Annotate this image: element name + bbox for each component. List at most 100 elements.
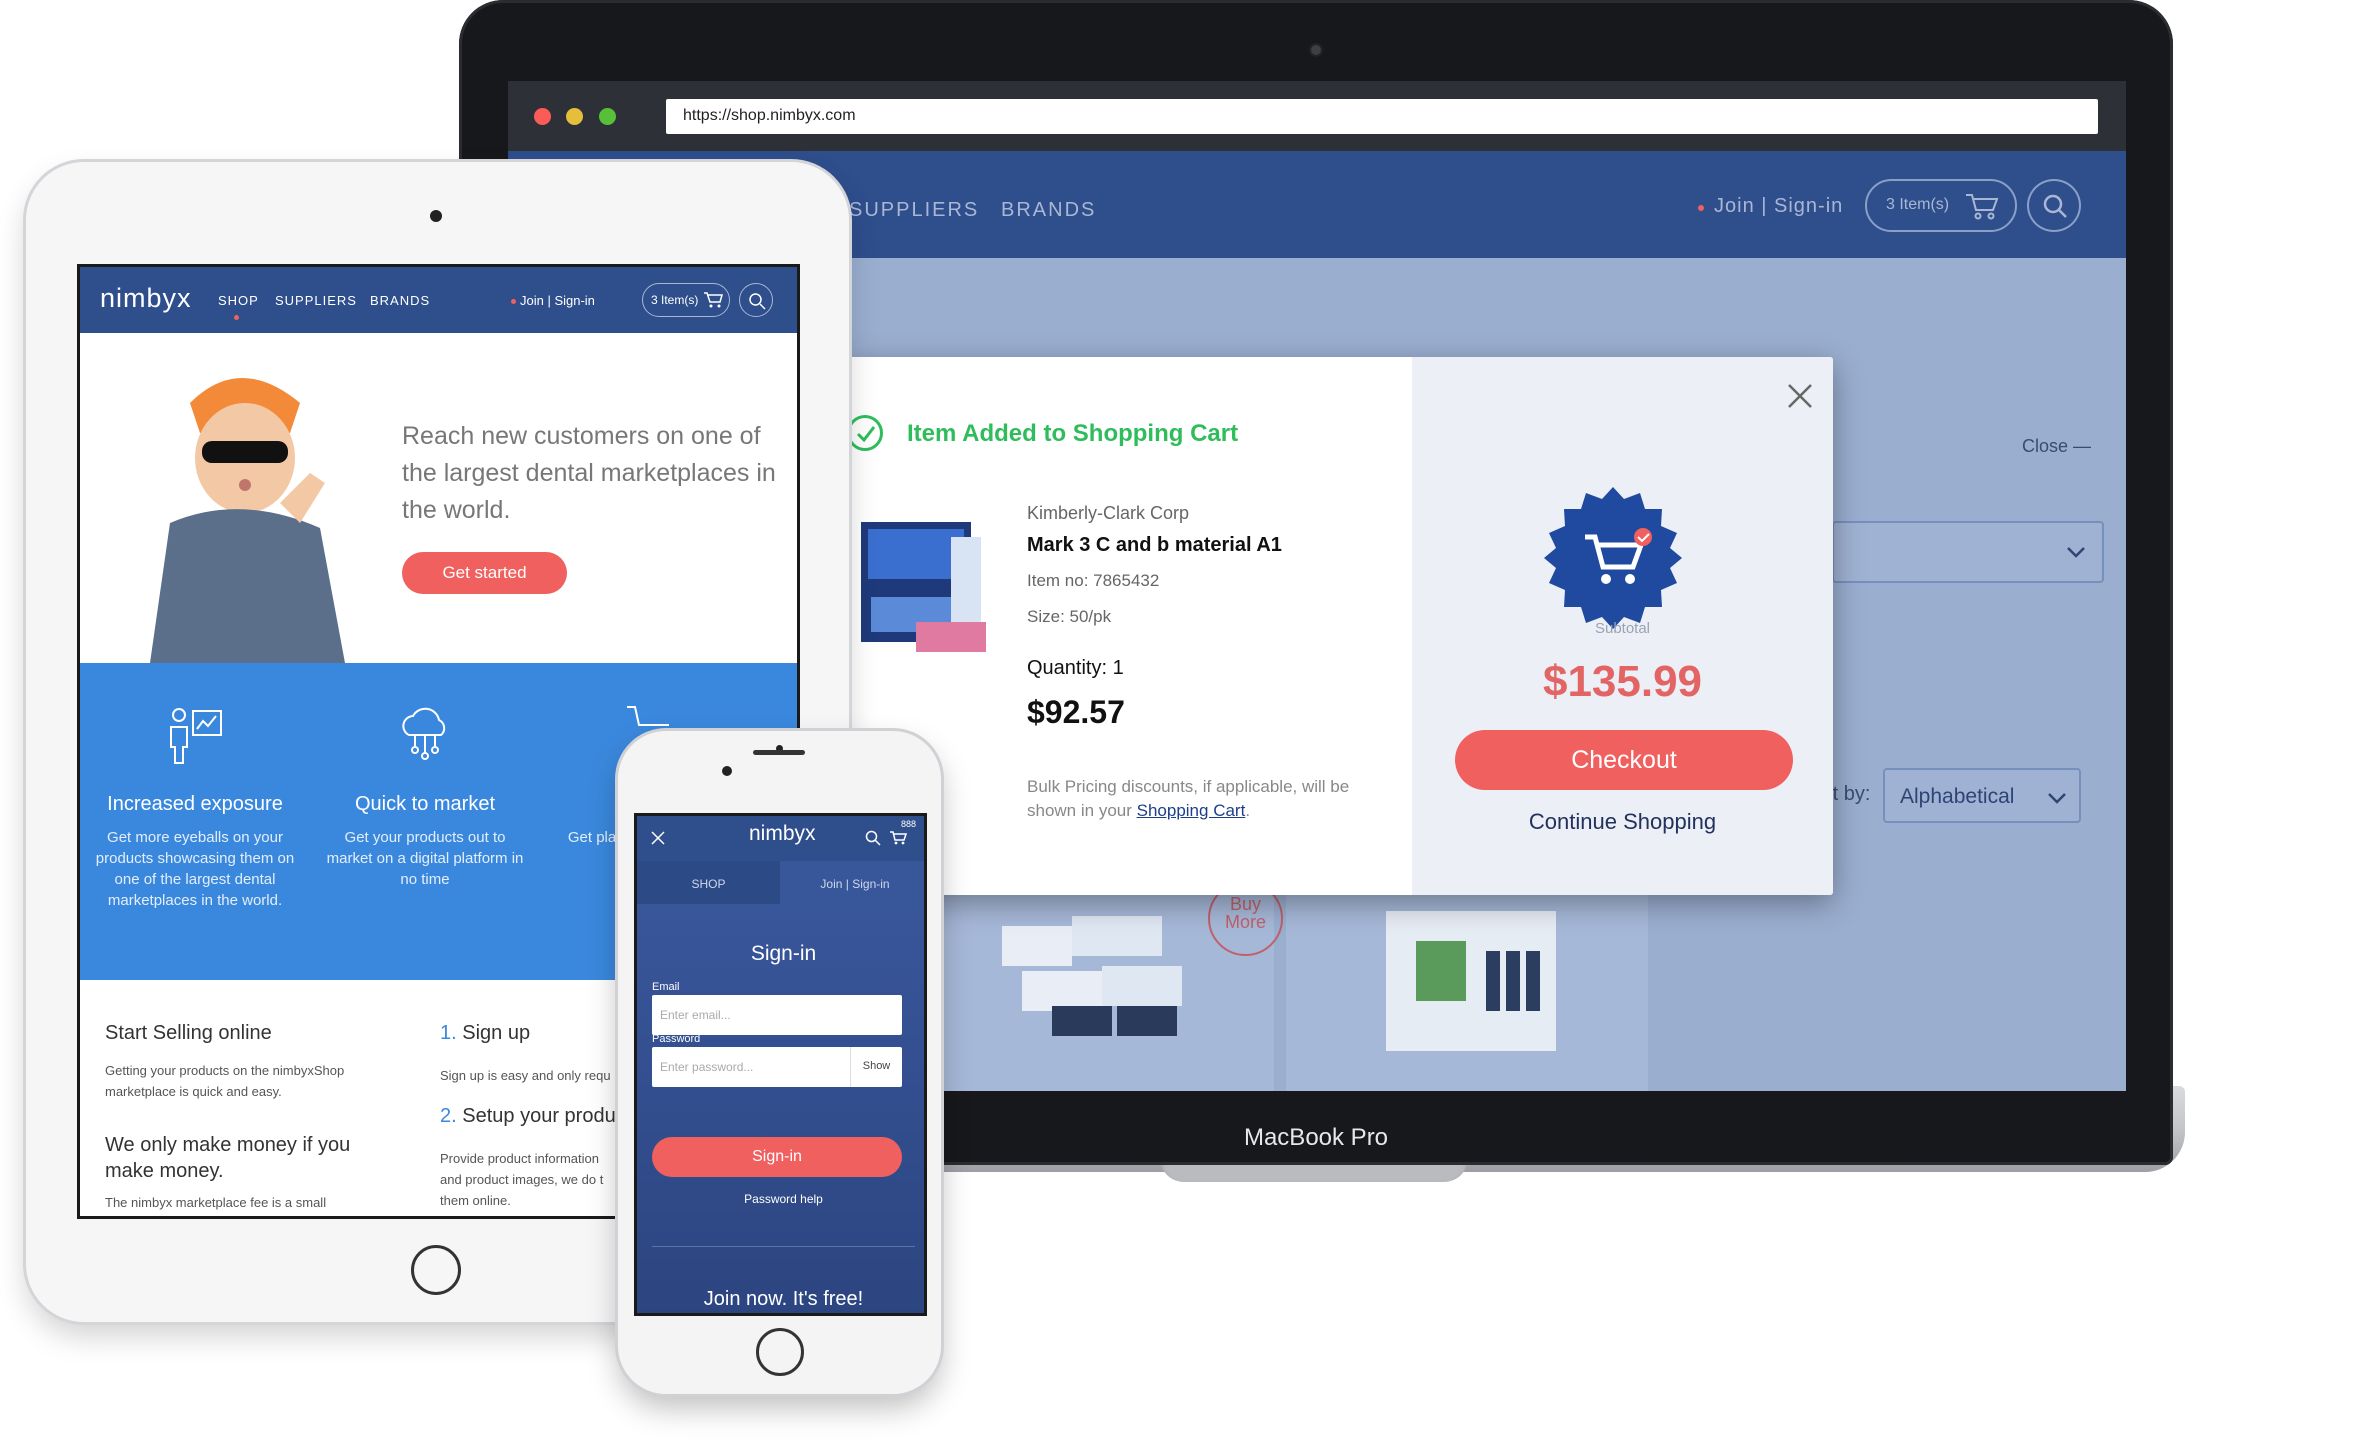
iphone-camera [722,766,732,776]
password-field[interactable]: Enter password... Show [652,1047,902,1087]
ipad-home-button[interactable] [411,1245,461,1295]
product-price: $92.57 [1027,694,1125,730]
start-selling-text: Getting your products on the nimbyxShop … [105,1063,345,1099]
nimbyx-logo[interactable]: nimbyx [100,283,192,314]
chevron-down-icon [2048,793,2066,804]
step-text: Provide product information and product … [440,1151,604,1208]
product-image [861,522,986,652]
cart-icon [627,706,669,726]
search-button[interactable] [2027,179,2081,232]
cart-icon[interactable] [889,830,907,846]
device-mockup-scene: MacBook Pro https://shop.nimbyx.com SUPP… [0,0,2372,1451]
bulk-pricing-note: Bulk Pricing discounts, if applicable, w… [1027,775,1387,823]
tab-shop[interactable]: SHOP [637,861,780,904]
step-number: 2. [440,1105,457,1127]
minimize-window-button[interactable] [566,108,583,125]
product-image [1386,911,1556,1051]
check-circle-icon [847,415,883,451]
step-title: Setup your produ [462,1105,616,1127]
nav-brands[interactable]: BRANDS [370,293,430,308]
password-placeholder: Enter password... [660,1060,754,1074]
join-signin-link[interactable]: Join | Sign-in [520,293,595,308]
address-bar[interactable]: https://shop.nimbyx.com [666,99,2098,134]
feature-title: Increased exposure [107,793,283,815]
signin-button[interactable]: Sign-in [652,1137,902,1177]
iphone-tabs: SHOP Join | Sign-in [637,861,924,904]
browser-chrome: https://shop.nimbyx.com [508,81,2126,151]
product-brand: Kimberly-Clark Corp [1027,503,1190,523]
cart-button[interactable]: 3 Item(s) [1865,179,2017,232]
modal-title: Item Added to Shopping Cart [907,420,1239,447]
feature-text: Get more eyeballs on your products showc… [95,829,295,909]
nav-suppliers[interactable]: SUPPLIERS [849,199,979,222]
search-icon[interactable] [865,830,881,846]
cart-count-badge: 888 [901,819,917,829]
notification-dot [511,299,516,304]
nav-shop[interactable]: SHOP [218,293,259,308]
maximize-window-button[interactable] [599,108,616,125]
cart-count: 3 Item(s) [651,293,699,307]
password-label: Password [652,1033,701,1045]
search-button[interactable] [739,283,773,317]
filter-dropdown[interactable] [1832,521,2104,583]
hero-section: Reach new customers on one of the larges… [80,333,797,663]
step-title: Sign up [462,1022,531,1044]
subtotal-label: Subtotal [1594,620,1651,637]
feature-title: Quick to market [354,793,496,815]
subtotal-value: $135.99 [1542,657,1703,706]
presenter-icon [170,708,222,764]
cart-count: 3 Item(s) [1886,196,1950,213]
shopping-cart-link[interactable]: Shopping Cart [1137,801,1246,820]
iphone-home-button[interactable] [756,1328,804,1376]
step-setup: 2. Setup your produ [440,1105,616,1128]
sort-value: Alphabetical [1900,785,2015,808]
close-icon[interactable] [1783,379,1817,413]
product-quantity: Quantity: 1 [1027,657,1124,679]
search-icon [2043,194,2067,218]
ipad-nav: nimbyx SHOP SUPPLIERS BRANDS Join | Sign… [80,267,797,333]
active-indicator [234,315,239,320]
product-size: Size: 50/pk [1027,607,1112,626]
divider [652,1246,915,1247]
password-help-link[interactable]: Password help [637,1192,924,1206]
join-now-text[interactable]: Join now. It's free! [637,1288,924,1311]
close-icon[interactable] [651,831,665,845]
step-text: Sign up is easy and only requ [440,1068,611,1083]
hero-kid-image [150,378,345,663]
cart-badge-icon [1544,487,1682,629]
chevron-down-icon [2067,547,2085,558]
nav-suppliers[interactable]: SUPPLIERS [275,293,357,308]
get-started-button[interactable]: Get started [402,552,567,594]
nav-brands[interactable]: BRANDS [1001,199,1096,222]
search-icon [749,293,766,310]
signin-form: Sign-in Email Enter email... Password En… [637,904,924,1313]
email-field[interactable]: Enter email... [652,995,902,1035]
filter-close-link[interactable]: Close — [2022,436,2091,457]
notification-dot [1698,205,1704,211]
bulk-note-end: . [1245,801,1251,820]
product-name: Mark 3 C and b material A1 [1027,534,1282,556]
make-money-text: The nimbyx marketplace fee is a small pe… [105,1195,327,1210]
cart-button[interactable]: 3 Item(s) [642,283,730,317]
nimbyx-logo[interactable]: nimbyx [749,822,816,846]
join-signin-link[interactable]: Join | Sign-in [1714,195,1843,218]
macbook-label: MacBook Pro [1243,1124,1389,1151]
iphone-speaker [753,750,805,755]
checkout-button[interactable]: Checkout [1455,730,1793,790]
cart-icon [704,292,723,308]
start-selling-heading: Start Selling online [105,1022,272,1044]
cart-added-modal: Item Added to Shopping Cart Kimberly-Cla… [847,357,1833,895]
cart-icon [1966,194,1999,220]
hero-headline: Reach new customers on one of the larges… [402,422,776,524]
close-window-button[interactable] [534,108,551,125]
show-password-button[interactable]: Show [850,1047,902,1087]
cloud-network-icon [402,707,446,760]
tab-join-signin[interactable]: Join | Sign-in [780,861,924,904]
sort-dropdown[interactable]: Alphabetical [1883,768,2081,823]
continue-shopping-link[interactable]: Continue Shopping [1412,809,1833,835]
feature-text: Get your products out to market on a dig… [326,829,524,888]
step-sign-up: 1. Sign up [440,1022,530,1045]
signin-heading: Sign-in [750,942,817,965]
step-number: 1. [440,1022,457,1044]
product-item-no: Item no: 7865432 [1027,571,1160,590]
